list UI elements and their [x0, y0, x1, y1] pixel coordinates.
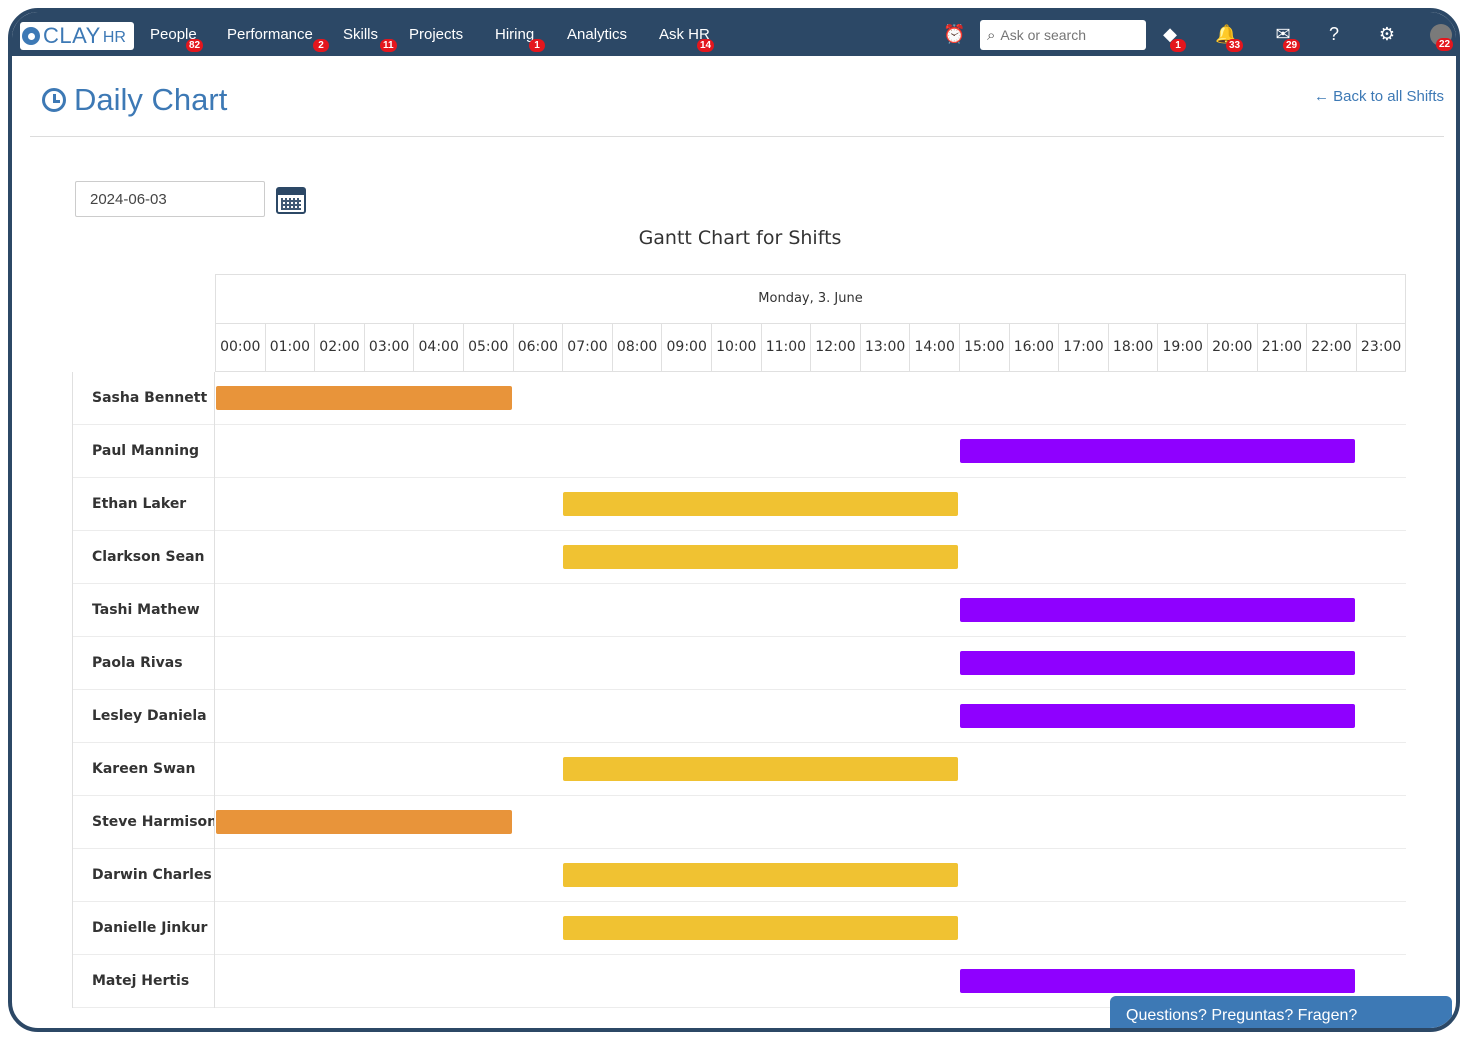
nav-item-skills[interactable]: Skills	[343, 26, 378, 43]
nav-item-projects[interactable]: Projects	[409, 26, 463, 43]
shift-bar[interactable]	[563, 863, 958, 887]
page-header: Daily Chart	[42, 82, 227, 118]
hour-tick-label: 14:00	[910, 323, 960, 371]
shift-bar[interactable]	[563, 545, 958, 569]
employee-name: Ethan Laker	[72, 478, 215, 531]
employee-name: Paola Rivas	[72, 637, 215, 690]
search-box[interactable]: ⌕	[980, 20, 1146, 50]
hour-tick-label: 11:00	[762, 323, 812, 371]
icon-badge: 1	[1170, 39, 1186, 52]
logo-sub: HR	[102, 29, 126, 46]
hour-tick-label: 02:00	[315, 323, 365, 371]
help-icon[interactable]: ?	[1323, 24, 1345, 44]
gantt-row: Kareen Swan	[72, 743, 1406, 796]
shift-bar[interactable]	[563, 757, 958, 781]
app-window: CLAY HR People 82 Performance 2 Skills 11 Proj…	[8, 8, 1460, 1032]
nav-badge: 11	[380, 39, 397, 52]
avatar-badge: 22	[1436, 38, 1454, 51]
hour-tick-label: 09:00	[662, 323, 712, 371]
nav-item-performance[interactable]: Performance	[227, 26, 313, 43]
gantt-row: Clarkson Sean	[72, 531, 1406, 584]
hour-tick-label: 00:00	[216, 323, 266, 371]
employee-name: Sasha Bennett	[72, 372, 215, 425]
hour-tick-label: 15:00	[960, 323, 1010, 371]
chart-title: Gantt Chart for Shifts	[638, 227, 842, 249]
hour-tick-label: 23:00	[1357, 323, 1407, 371]
employee-name: Darwin Charles	[72, 849, 215, 902]
hour-tick-label: 10:00	[712, 323, 762, 371]
clock-icon	[42, 88, 66, 112]
gantt-row: Steve Harmison	[72, 796, 1406, 849]
hour-tick-label: 21:00	[1258, 323, 1308, 371]
gantt-row: Ethan Laker	[72, 478, 1406, 531]
employee-name: Steve Harmison	[72, 796, 215, 849]
alarm-clock-icon[interactable]: ⏰	[943, 24, 965, 44]
back-to-shifts-link[interactable]: ← Back to all Shifts	[1314, 88, 1444, 105]
gantt-row: Tashi Mathew	[72, 584, 1406, 637]
icon-badge: 29	[1283, 39, 1301, 52]
employee-name: Tashi Mathew	[72, 584, 215, 637]
hour-tick-label: 05:00	[464, 323, 514, 371]
questions-help-button[interactable]: Questions? Preguntas? Fragen?	[1110, 996, 1452, 1028]
header-divider	[30, 136, 1444, 137]
date-field[interactable]	[75, 181, 265, 217]
top-navbar: CLAY HR People 82 Performance 2 Skills 11 Proj…	[12, 12, 1456, 56]
hour-tick-label: 13:00	[861, 323, 911, 371]
shift-bar[interactable]	[960, 969, 1355, 993]
shift-bar[interactable]	[960, 704, 1355, 728]
shift-bar[interactable]	[563, 492, 958, 516]
nav-badge: 14	[697, 39, 715, 52]
hour-tick-label: 01:00	[266, 323, 316, 371]
logo-mark-icon	[22, 27, 40, 45]
gantt-date-label: Monday, 3. June	[216, 275, 1405, 324]
shift-bar[interactable]	[563, 916, 958, 940]
gantt-row: Lesley Daniela	[72, 690, 1406, 743]
shift-bar[interactable]	[216, 386, 512, 410]
icon-badge: 33	[1226, 39, 1244, 52]
page-title: Daily Chart	[74, 82, 228, 117]
gantt-row: Danielle Jinkur	[72, 902, 1406, 955]
nav-item-analytics[interactable]: Analytics	[567, 26, 627, 43]
employee-name: Danielle Jinkur	[72, 902, 215, 955]
gantt-row: Darwin Charles	[72, 849, 1406, 902]
gear-icon[interactable]: ⚙	[1376, 24, 1398, 44]
shift-bar[interactable]	[216, 810, 512, 834]
nav-item-hiring[interactable]: Hiring	[495, 26, 534, 43]
hour-tick-label: 18:00	[1109, 323, 1159, 371]
employee-name: Paul Manning	[72, 425, 215, 478]
logo-text: CLAY	[43, 23, 101, 48]
hour-tick-label: 04:00	[414, 323, 464, 371]
hour-tick-label: 20:00	[1208, 323, 1258, 371]
shift-bar[interactable]	[960, 651, 1355, 675]
employee-name: Clarkson Sean	[72, 531, 215, 584]
hour-tick-label: 08:00	[613, 323, 663, 371]
shift-bar[interactable]	[960, 598, 1355, 622]
search-icon: ⌕	[987, 26, 996, 44]
nav-badge: 82	[186, 39, 204, 52]
employee-name: Kareen Swan	[72, 743, 215, 796]
hour-tick-label: 22:00	[1307, 323, 1357, 371]
hour-tick-label: 03:00	[365, 323, 415, 371]
employee-name: Lesley Daniela	[72, 690, 215, 743]
search-input[interactable]	[998, 26, 1138, 44]
gantt-row: Paola Rivas	[72, 637, 1406, 690]
shift-bar[interactable]	[960, 439, 1355, 463]
hour-tick-label: 12:00	[811, 323, 861, 371]
hour-tick-label: 06:00	[514, 323, 564, 371]
nav-badge: 1	[529, 39, 545, 52]
hour-tick-label: 19:00	[1158, 323, 1208, 371]
gantt-header: Monday, 3. June 00:00 01:00 02:00 03:00 04:0…	[215, 274, 1407, 372]
hour-tick-label: 07:00	[563, 323, 613, 371]
hour-tick-label: 17:00	[1059, 323, 1109, 371]
calendar-icon[interactable]	[276, 187, 306, 214]
hour-tick-label: 16:00	[1010, 323, 1060, 371]
employee-name: Matej Hertis	[72, 955, 215, 1008]
gantt-row: Sasha Bennett	[72, 372, 1406, 425]
nav-badge: 2	[313, 39, 329, 52]
hour-axis: 00:00 01:00 02:00 03:00 04:00 05:00 06:00 07:00…	[216, 323, 1407, 371]
clayhr-logo[interactable]: CLAY HR	[20, 22, 134, 50]
gantt-row: Paul Manning	[72, 425, 1406, 478]
